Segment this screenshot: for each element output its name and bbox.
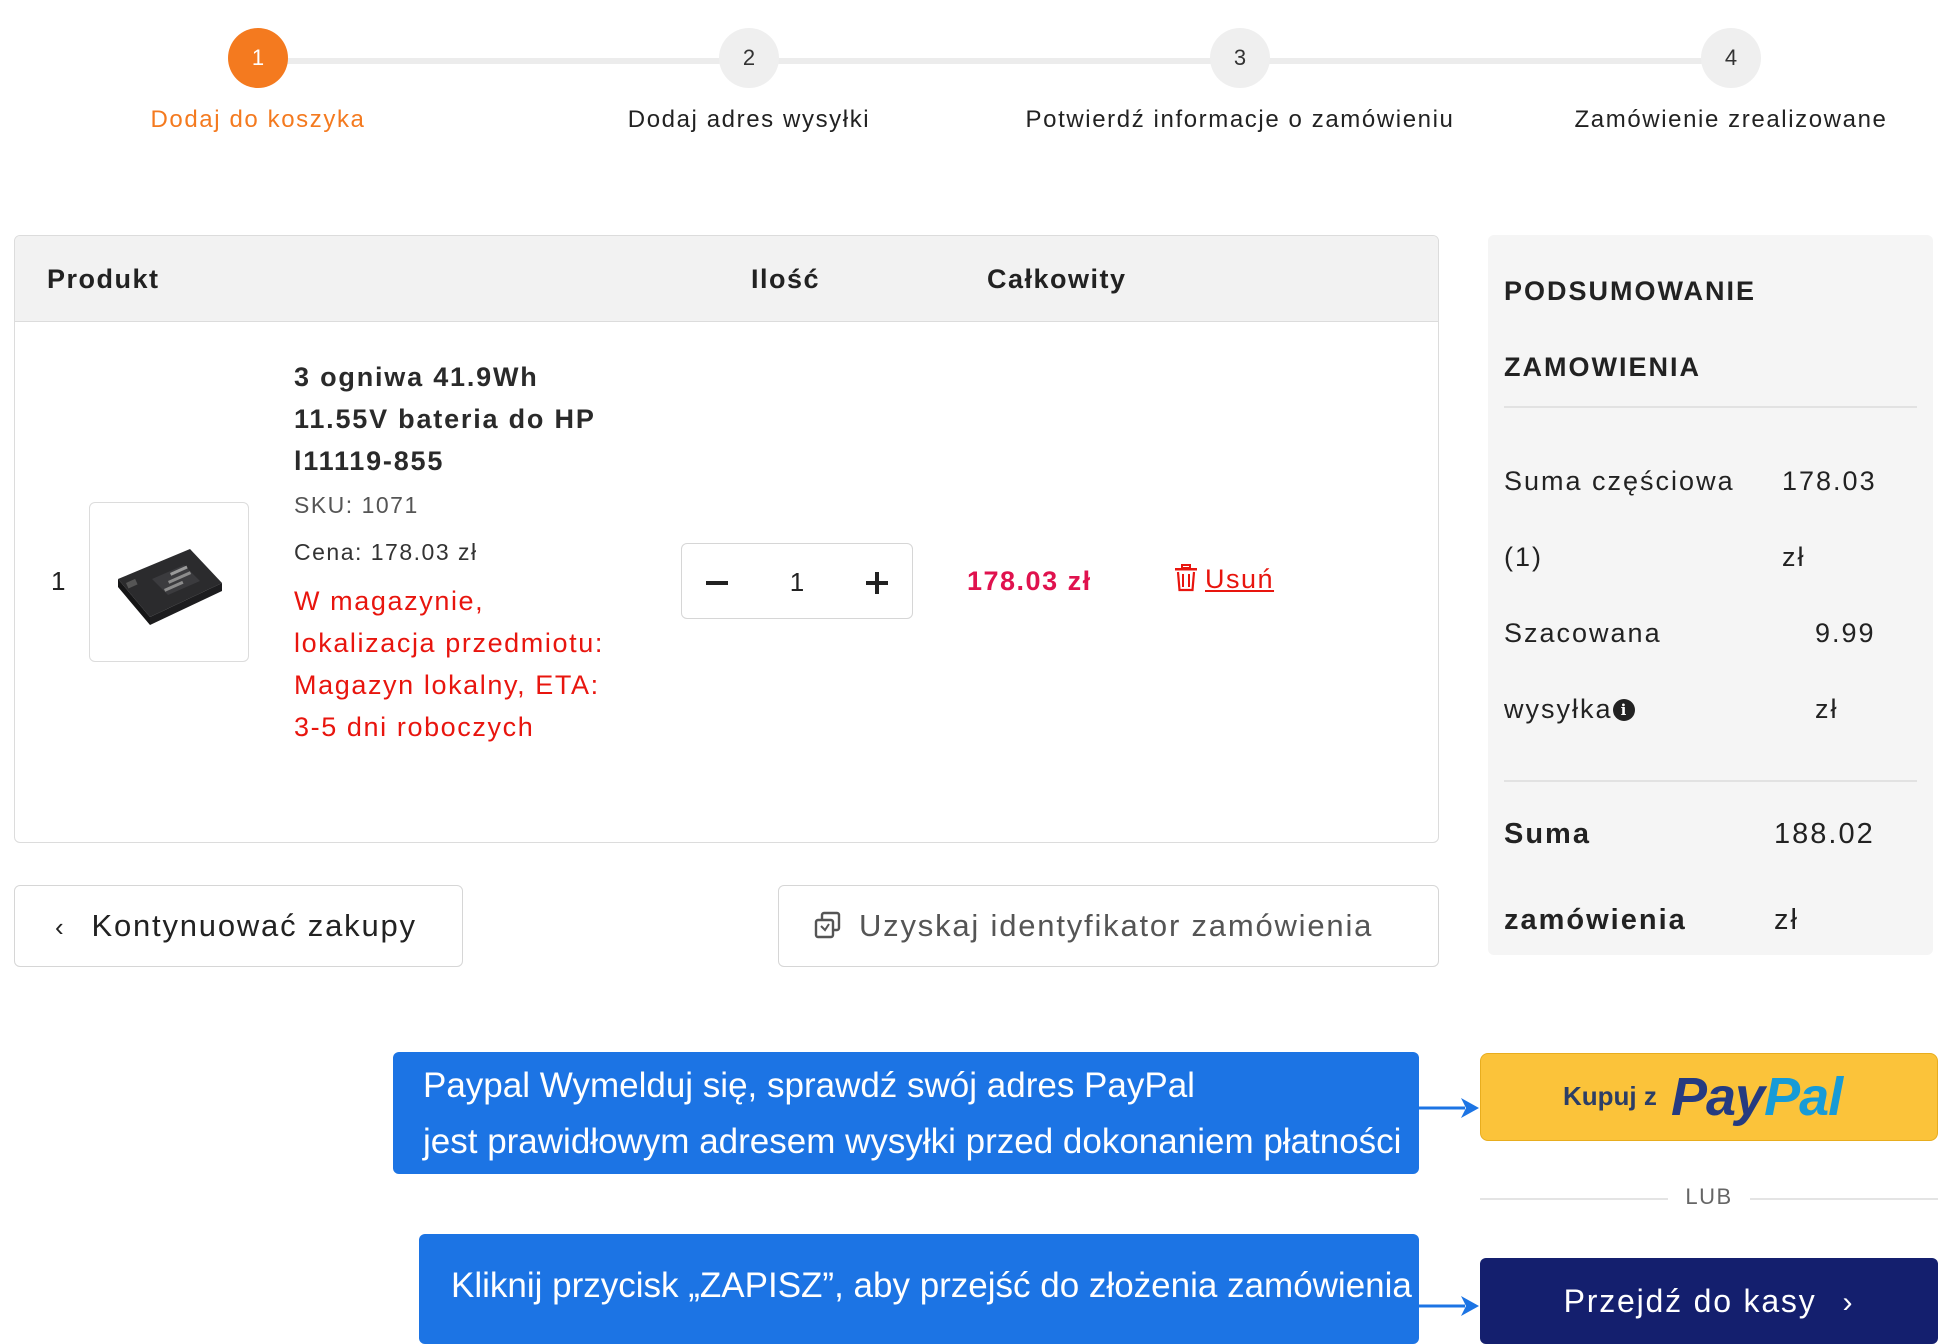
info-icon[interactable]: i	[1612, 699, 1635, 721]
step-label: Dodaj do koszyka	[150, 106, 366, 133]
quantity-increase-button[interactable]	[842, 544, 912, 620]
subtotal-value: 178.03 zł	[1782, 466, 1877, 572]
paypal-logo-pay: Pay	[1671, 1067, 1765, 1127]
header-product: Produkt	[47, 264, 160, 294]
chevron-left-icon: ‹	[55, 912, 66, 942]
step-add-to-cart: 1 Dodaj do koszyka	[150, 28, 364, 133]
arrow-right-icon	[1419, 1098, 1479, 1118]
step-add-shipping: 2 Dodaj adres wysyłki	[628, 28, 869, 133]
paypal-logo: PayPal	[1671, 1066, 1843, 1128]
get-order-id-button[interactable]: Uzyskaj identyfikator zamówienia	[778, 885, 1439, 967]
paypal-info-callout: Paypal Wymelduj się, sprawdź swój adres …	[393, 1052, 1419, 1174]
paypal-note-line1: Paypal Wymelduj się, sprawdź swój adres …	[423, 1066, 1195, 1105]
battery-image	[118, 549, 222, 625]
minus-icon	[706, 581, 728, 585]
checkout-note: Kliknij przycisk „ZAPISZ”, aby przejść d…	[451, 1266, 1412, 1305]
step-number: 3	[1210, 28, 1270, 88]
proceed-to-checkout-button[interactable]: Przejdź do kasy ›	[1480, 1258, 1938, 1344]
order-summary: PODSUMOWANIE ZAMOWIENIA Suma częściowa (…	[1488, 235, 1933, 955]
quantity-decrease-button[interactable]	[682, 544, 752, 620]
stepper-line	[258, 58, 1730, 64]
checkout-label: Przejdź do kasy	[1563, 1283, 1817, 1319]
header-quantity: Ilość	[751, 264, 821, 294]
remove-item-button[interactable]: Usuń	[1173, 564, 1274, 595]
cart-table: Produkt Ilość Całkowity 1 3 ogniwa 41.9W…	[14, 235, 1439, 843]
arrow-right-icon	[1419, 1296, 1479, 1316]
step-number: 1	[228, 28, 288, 88]
checkout-stepper: 1 Dodaj do koszyka 2 Dodaj adres wysyłki…	[0, 0, 1947, 140]
shipping-label: Szacowana wysyłka i	[1504, 595, 1674, 747]
cart-table-header: Produkt Ilość Całkowity	[15, 236, 1438, 322]
shipping-value: 9.99 zł	[1815, 618, 1876, 724]
trash-icon	[1175, 564, 1197, 592]
or-label: LUB	[1668, 1184, 1750, 1210]
product-price: Cena: 178.03 zł	[294, 539, 478, 565]
continue-shopping-label: Kontynuować zakupy	[91, 908, 417, 943]
continue-shopping-button[interactable]: ‹ Kontynuować zakupy	[14, 885, 463, 967]
plus-icon	[866, 572, 888, 594]
product-info: 3 ogniwa 41.9Wh 11.55V bateria do HP l11…	[294, 356, 624, 748]
step-label: Potwierdź informacje o zamówieniu	[1025, 106, 1455, 133]
shipping-label-text: Szacowana wysyłka	[1504, 618, 1662, 724]
summary-title: PODSUMOWANIE ZAMOWIENIA	[1504, 276, 1757, 382]
step-order-complete: 4 Zamówienie zrealizowane	[1575, 28, 1886, 133]
order-total-label: Suma zamówienia	[1504, 818, 1687, 936]
product-sku: SKU: 1071	[294, 492, 419, 518]
chevron-right-icon: ›	[1842, 1286, 1855, 1319]
header-total: Całkowity	[987, 264, 1127, 294]
row-index: 1	[51, 566, 66, 596]
step-label: Zamówienie zrealizowane	[1574, 106, 1888, 133]
subtotal-label: Suma częściowa (1)	[1504, 466, 1735, 572]
paypal-prefix: Kupuj z	[1563, 1081, 1657, 1111]
remove-label: Usuń	[1205, 564, 1275, 594]
quantity-stepper: 1	[681, 543, 913, 619]
step-number: 4	[1701, 28, 1761, 88]
quantity-value[interactable]: 1	[752, 544, 842, 620]
step-number: 2	[719, 28, 779, 88]
summary-divider	[1504, 406, 1917, 408]
step-label: Dodaj adres wysyłki	[627, 106, 871, 133]
get-order-id-label: Uzyskaj identyfikator zamówienia	[859, 908, 1374, 943]
product-image[interactable]	[89, 502, 249, 662]
step-confirm-order: 3 Potwierdź informacje o zamówieniu	[1026, 28, 1453, 133]
product-title[interactable]: 3 ogniwa 41.9Wh 11.55V bateria do HP l11…	[294, 356, 624, 482]
paypal-logo-pal: Pal	[1764, 1067, 1843, 1127]
summary-divider	[1504, 780, 1917, 782]
checkout-info-callout: Kliknij przycisk „ZAPISZ”, aby przejść d…	[419, 1234, 1419, 1344]
paypal-note-line2: jest prawidłowym adresem wysyłki przed d…	[423, 1122, 1402, 1161]
order-total-value: 188.02 zł	[1774, 818, 1875, 936]
paypal-checkout-button[interactable]: Kupuj z PayPal	[1480, 1053, 1938, 1141]
product-stock-status: W magazynie, lokalizacja przedmiotu: Mag…	[294, 586, 604, 742]
copy-icon	[814, 911, 841, 939]
row-total-price: 178.03 zł	[967, 566, 1092, 596]
